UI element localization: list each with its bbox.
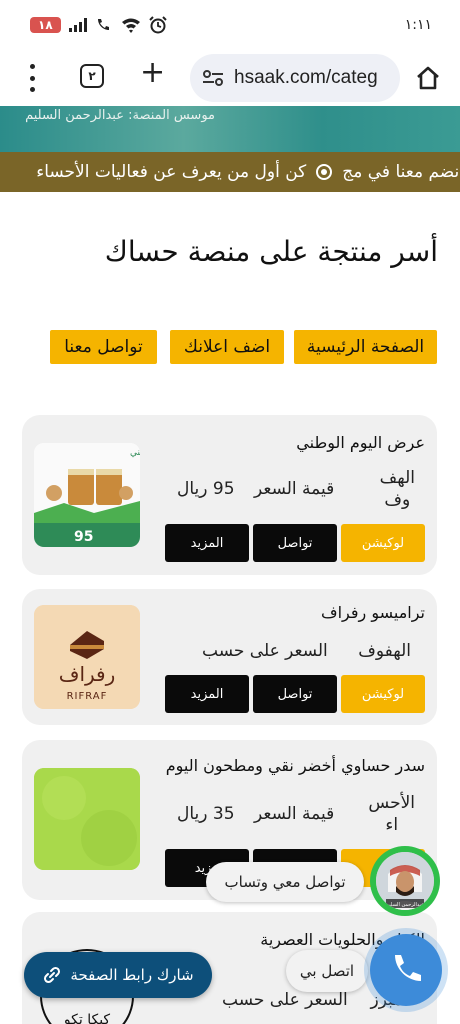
- product-city: الهفوف: [358, 641, 411, 661]
- site-settings-icon[interactable]: [202, 69, 224, 87]
- product-title: سدر حساوي أخضر نقي ومطحون اليوم: [165, 756, 425, 775]
- status-icons: ١٨: [30, 16, 167, 34]
- call-button[interactable]: [370, 934, 442, 1006]
- ticker-text-events: كن أول من يعرف عن فعاليات الأحساء: [36, 162, 307, 182]
- home-page-button[interactable]: الصفحة الرئيسية: [294, 330, 437, 364]
- tab-switcher-button[interactable]: ٢: [80, 64, 104, 88]
- product-city: الهف وف: [380, 467, 415, 511]
- more-button[interactable]: المزيد: [165, 675, 249, 713]
- image-caption: عرض اليوم الوطني: [130, 448, 140, 458]
- price-label: السعر على حسب: [202, 641, 328, 661]
- location-button[interactable]: لوكيشن: [341, 524, 425, 562]
- avatar-caption: عبدالرحمن السليم: [386, 902, 424, 908]
- price-label: قيمة السعر: [254, 479, 335, 499]
- home-icon[interactable]: [414, 64, 442, 92]
- avatar: عبدالرحمن السليم: [376, 852, 434, 910]
- ticker-text-join: إنضم معنا في مج: [342, 162, 460, 182]
- product-image[interactable]: 95 عرض اليوم الوطني: [34, 443, 140, 547]
- phone-icon: [395, 955, 421, 981]
- battery-indicator: ١٨: [30, 17, 61, 33]
- product-image[interactable]: [34, 768, 140, 870]
- city-line-1: الأحس: [368, 793, 415, 813]
- price-label: قيمة السعر: [254, 804, 335, 824]
- contact-button[interactable]: تواصل: [253, 524, 337, 562]
- signal-icon: [68, 18, 87, 32]
- share-label: شارك رابط الصفحة: [70, 966, 194, 984]
- alarm-icon: [148, 16, 167, 34]
- more-menu-icon[interactable]: [22, 64, 42, 92]
- whatsapp-avatar-button[interactable]: عبدالرحمن السليم: [370, 846, 440, 916]
- product-title: عرض اليوم الوطني: [296, 433, 425, 452]
- add-ad-button[interactable]: اضف اعلانك: [170, 330, 284, 364]
- ticker-bullet-icon: [316, 164, 333, 180]
- call-me-pill[interactable]: اتصل بي: [286, 950, 368, 992]
- contact-button[interactable]: تواصل: [253, 675, 337, 713]
- more-button[interactable]: المزيد: [165, 524, 249, 562]
- page-title: أسر منتجة على منصة حساك: [104, 235, 438, 268]
- status-bar: ١٨ ١:١١: [0, 0, 460, 50]
- city-line-1: الهف: [379, 468, 415, 488]
- city-line-2: اء: [385, 815, 399, 835]
- news-ticker: إنضم معنا في مج كن أول من يعرف عن فعاليا…: [0, 152, 460, 192]
- link-icon: [44, 966, 61, 984]
- product-image[interactable]: رفراف RIFRAF: [34, 605, 140, 709]
- contact-us-button[interactable]: تواصل معنا: [50, 330, 157, 364]
- price-label: السعر على حسب: [222, 990, 348, 1010]
- price-value: 95 ريال: [177, 479, 235, 499]
- logo-english: RIFRAF: [67, 691, 108, 702]
- header-banner: موسس المنصة: عبدالرحمن السليم: [0, 106, 460, 152]
- new-tab-icon[interactable]: +: [140, 58, 165, 88]
- logo-arabic: رفراف: [59, 662, 116, 686]
- address-bar[interactable]: hsaak.com/categ: [190, 54, 400, 102]
- clock: ١:١١: [404, 17, 432, 33]
- share-page-button[interactable]: شارك رابط الصفحة: [24, 952, 212, 998]
- sidr-powder-image: [34, 768, 140, 870]
- logo-text: كيكا تكو: [63, 1012, 111, 1024]
- browser-toolbar: ٢ + hsaak.com/categ: [0, 50, 460, 106]
- wifi-icon: [121, 18, 140, 33]
- ticker-content: إنضم معنا في مج كن أول من يعرف عن فعاليا…: [36, 162, 460, 182]
- location-button[interactable]: لوكيشن: [341, 675, 425, 713]
- call-wifi-icon: [97, 19, 109, 30]
- whatsapp-contact-pill[interactable]: تواصل معي وتساب: [206, 862, 364, 902]
- product-title: تراميسو رفراف: [321, 603, 425, 622]
- product-card: تراميسو رفراف رفراف RIFRAF الهفوف السعر …: [22, 589, 437, 725]
- city-line-2: وف: [384, 490, 411, 510]
- founder-text: موسس المنصة: عبدالرحمن السليم: [25, 108, 215, 123]
- rifraf-logo: رفراف RIFRAF: [34, 605, 140, 709]
- product-city: الأحس اء: [368, 792, 415, 836]
- national-day-offer-image: 95 عرض اليوم الوطني: [34, 443, 140, 547]
- product-card: عرض اليوم الوطني 95 عرض اليوم الوطني اله…: [22, 415, 437, 575]
- image-price: 95: [74, 529, 93, 545]
- price-value: 35 ريال: [177, 804, 235, 824]
- url-text: hsaak.com/categ: [234, 67, 378, 88]
